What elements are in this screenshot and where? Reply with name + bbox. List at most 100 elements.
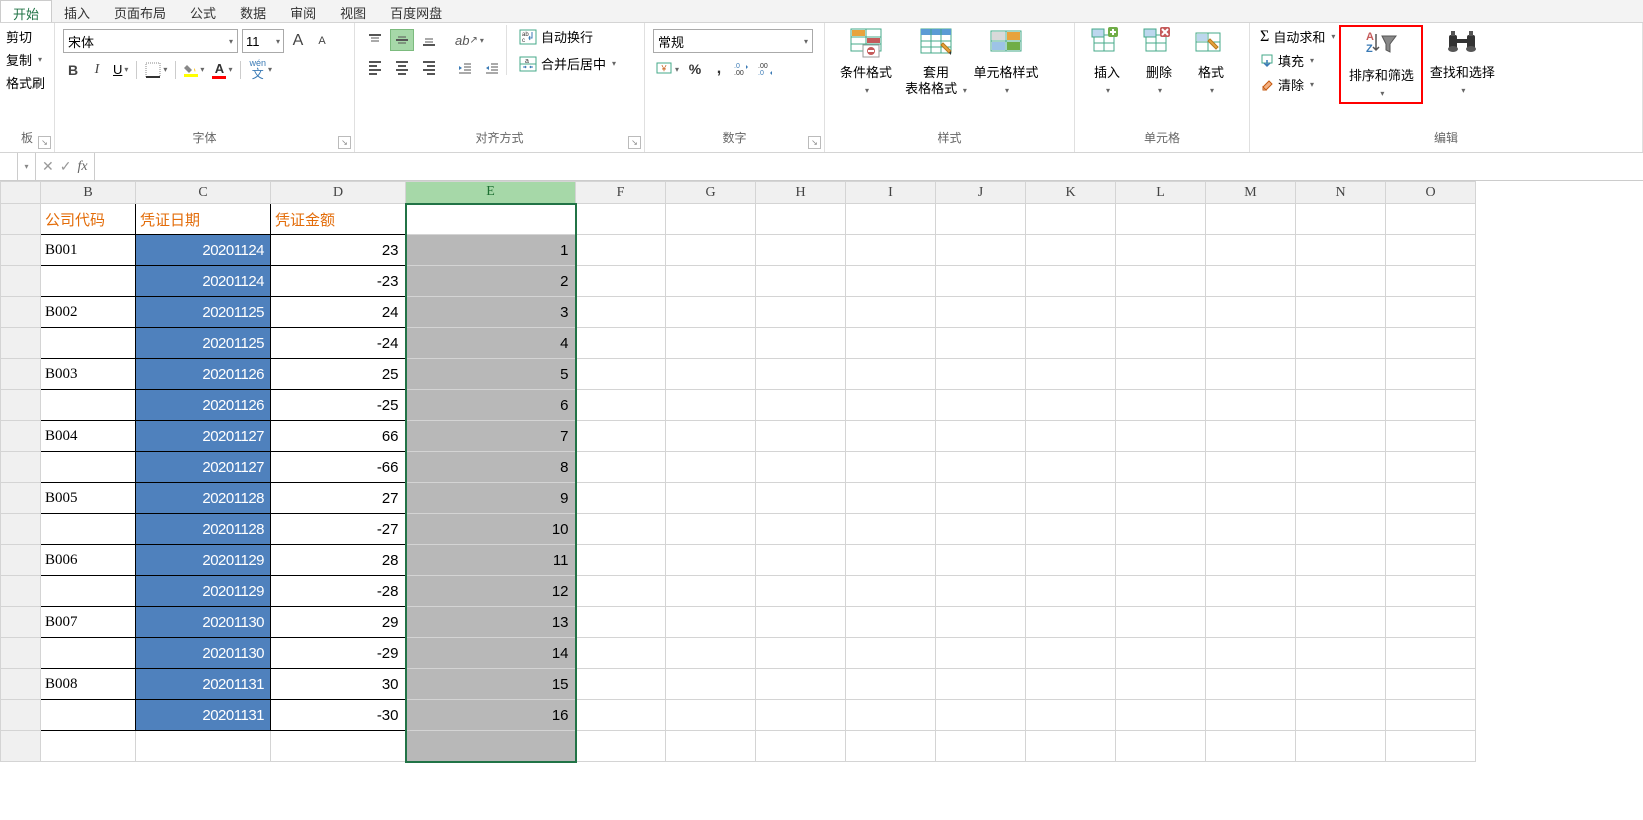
column-header-J[interactable]: J	[936, 182, 1026, 204]
column-header-N[interactable]: N	[1296, 182, 1386, 204]
cell[interactable]	[846, 483, 936, 514]
row-header[interactable]	[1, 204, 41, 235]
cell[interactable]	[1206, 514, 1296, 545]
cell[interactable]	[1296, 731, 1386, 762]
cell[interactable]: 20201131	[136, 669, 271, 700]
cell[interactable]	[756, 514, 846, 545]
cell[interactable]	[576, 235, 666, 266]
cell[interactable]: 5	[406, 359, 576, 390]
cell[interactable]: B002	[41, 297, 136, 328]
clipboard-dialog-launcher[interactable]: ↘	[38, 136, 51, 149]
cell[interactable]	[666, 576, 756, 607]
cell[interactable]: 7	[406, 421, 576, 452]
cell[interactable]	[846, 359, 936, 390]
cell[interactable]: 20201129	[136, 545, 271, 576]
cell[interactable]	[756, 359, 846, 390]
row-header[interactable]	[1, 483, 41, 514]
decrease-decimal-button[interactable]: .00.0	[757, 59, 777, 79]
row-header[interactable]	[1, 359, 41, 390]
cell[interactable]	[1386, 514, 1476, 545]
cell[interactable]: B005	[41, 483, 136, 514]
cell[interactable]	[41, 576, 136, 607]
cell[interactable]	[406, 204, 576, 235]
border-button[interactable]: ▾	[143, 62, 169, 78]
cell[interactable]	[846, 235, 936, 266]
cell[interactable]	[846, 452, 936, 483]
cell[interactable]: 20201127	[136, 452, 271, 483]
cell[interactable]	[1386, 328, 1476, 359]
cell[interactable]	[41, 328, 136, 359]
cell[interactable]	[936, 421, 1026, 452]
cell[interactable]	[1026, 483, 1116, 514]
cell[interactable]	[41, 731, 136, 762]
cell[interactable]	[846, 731, 936, 762]
cell[interactable]	[1026, 266, 1116, 297]
cell[interactable]	[1026, 328, 1116, 359]
cell[interactable]	[846, 545, 936, 576]
cell[interactable]	[1296, 700, 1386, 731]
cell[interactable]: 20201130	[136, 638, 271, 669]
cell[interactable]	[1296, 483, 1386, 514]
cell[interactable]: 24	[271, 297, 406, 328]
cell[interactable]	[846, 607, 936, 638]
increase-font-button[interactable]: A	[288, 31, 308, 51]
cell[interactable]	[1026, 700, 1116, 731]
cell[interactable]: 8	[406, 452, 576, 483]
cell[interactable]	[936, 545, 1026, 576]
cell[interactable]	[936, 669, 1026, 700]
cell[interactable]: 20201130	[136, 607, 271, 638]
cell[interactable]	[576, 421, 666, 452]
cell[interactable]	[936, 297, 1026, 328]
cell[interactable]	[1026, 576, 1116, 607]
cell[interactable]	[1026, 669, 1116, 700]
cell[interactable]: -28	[271, 576, 406, 607]
cell[interactable]	[1296, 576, 1386, 607]
cell[interactable]	[1026, 421, 1116, 452]
cell[interactable]	[1116, 545, 1206, 576]
cell[interactable]: -30	[271, 700, 406, 731]
cell[interactable]	[1116, 607, 1206, 638]
cell[interactable]	[1386, 731, 1476, 762]
cell[interactable]	[1386, 638, 1476, 669]
cell[interactable]	[1116, 266, 1206, 297]
cell[interactable]	[1386, 235, 1476, 266]
cell[interactable]	[756, 452, 846, 483]
sort-filter-button[interactable]: AZ 排序和筛选▾	[1342, 28, 1420, 101]
cell[interactable]	[846, 669, 936, 700]
bold-button[interactable]: B	[63, 60, 83, 80]
cell[interactable]: -25	[271, 390, 406, 421]
cell[interactable]	[1296, 421, 1386, 452]
insert-cells-button[interactable]: 插入▾	[1081, 25, 1133, 98]
cell[interactable]	[1116, 359, 1206, 390]
row-header[interactable]	[1, 576, 41, 607]
cell[interactable]	[846, 266, 936, 297]
cell[interactable]	[1116, 669, 1206, 700]
cell[interactable]: 1	[406, 235, 576, 266]
cell[interactable]	[666, 235, 756, 266]
cell[interactable]	[1116, 731, 1206, 762]
cell[interactable]	[1386, 700, 1476, 731]
cell[interactable]	[666, 421, 756, 452]
fill-color-button[interactable]: ▾	[182, 63, 206, 77]
cell[interactable]: -29	[271, 638, 406, 669]
cell[interactable]	[1206, 297, 1296, 328]
cell[interactable]	[1386, 483, 1476, 514]
wrap-text-button[interactable]: abc 自动换行	[515, 25, 620, 48]
orientation-button[interactable]: ab↗▾	[453, 33, 486, 48]
cut-button[interactable]: 剪切	[6, 27, 45, 46]
conditional-format-button[interactable]: 条件格式▾	[831, 25, 901, 98]
format-cells-button[interactable]: 格式▾	[1185, 25, 1237, 98]
column-header-F[interactable]: F	[576, 182, 666, 204]
cell[interactable]	[936, 359, 1026, 390]
cell[interactable]	[666, 359, 756, 390]
cell[interactable]	[576, 328, 666, 359]
cell[interactable]: 20201124	[136, 266, 271, 297]
cell[interactable]: 23	[271, 235, 406, 266]
cell[interactable]: 12	[406, 576, 576, 607]
cell[interactable]: 20201124	[136, 235, 271, 266]
cell[interactable]	[1296, 390, 1386, 421]
fx-icon[interactable]: fx	[77, 159, 87, 175]
column-header-C[interactable]: C	[136, 182, 271, 204]
cell[interactable]	[576, 638, 666, 669]
cell[interactable]: 10	[406, 514, 576, 545]
